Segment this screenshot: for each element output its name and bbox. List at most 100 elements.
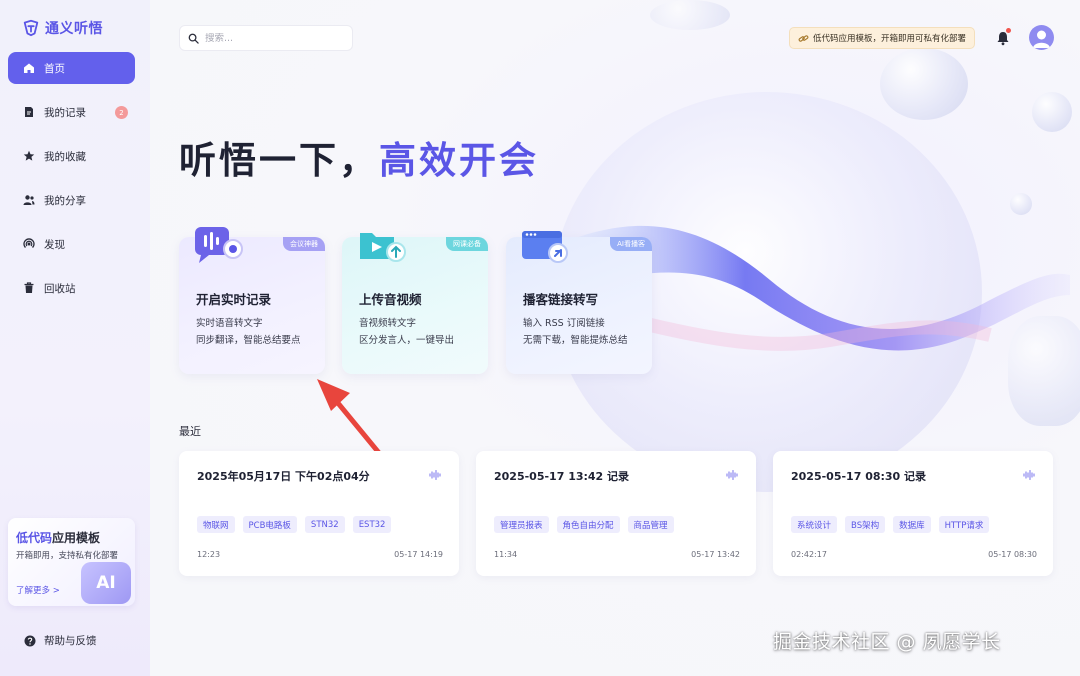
recent-record-card[interactable]: 2025-05-17 13:42 记录 管理员报表 角色自由分配 商品管理 11… [476,451,756,576]
audio-wave-icon [429,470,441,480]
record-tag[interactable]: 角色自由分配 [556,516,620,533]
records-count-badge: 2 [115,106,128,119]
users-icon [23,195,35,205]
sidebar-item-favorites[interactable]: 我的收藏 [8,140,135,172]
template-banner-text: 低代码应用模板，开箱即用可私有化部署 [813,34,967,44]
watermark-text: 掘金技术社区 @ 夙愿学长 [773,631,1001,653]
feature-title: 开启实时记录 [196,292,272,307]
promo-learn-more-link[interactable]: 了解更多 > [16,584,60,596]
record-tag[interactable]: 管理员报表 [494,516,549,533]
decorative-bubble [1010,193,1032,215]
sidebar-item-label: 我的收藏 [44,150,86,163]
feature-card-upload[interactable]: 网课必备 上传音视频 音视频转文字 区分发言人，一键导出 [342,233,488,374]
microphone-record-icon [195,227,243,263]
feature-tag: AI看播客 [610,237,652,251]
avatar-icon [1033,30,1050,48]
sidebar-item-label: 首页 [44,62,65,75]
record-tag[interactable]: 物联网 [197,516,235,533]
feature-tag: 网课必备 [446,237,488,251]
search-box[interactable] [179,25,353,51]
sidebar-item-label: 发现 [44,238,65,251]
sidebar-item-home[interactable]: 首页 [8,52,135,84]
user-avatar[interactable] [1029,25,1054,50]
record-tags: 管理员报表 角色自由分配 商品管理 [494,516,674,533]
record-title: 2025年05月17日 下午02点04分 [197,470,370,483]
recent-section-title: 最近 [179,425,201,438]
feature-desc-line1: 实时语音转文字 [196,318,263,329]
record-tag[interactable]: STN32 [304,516,345,533]
promo-title-rest: 应用模板 [52,531,101,545]
record-title: 2025-05-17 13:42 记录 [494,470,630,483]
record-tag[interactable]: BS架构 [845,516,886,533]
record-timestamp: 05-17 13:42 [691,550,740,559]
home-icon [24,63,34,73]
link-icon [798,34,809,42]
help-label: 帮助与反馈 [44,635,97,647]
promo-title: 低代码应用模板 [16,529,100,546]
decorative-bubble [650,0,730,30]
record-tags: 系统设计 BS架构 数据库 HTTP请求 [791,516,990,533]
audio-wave-icon [1023,470,1035,480]
recent-record-card[interactable]: 2025-05-17 08:30 记录 系统设计 BS架构 数据库 HTTP请求… [773,451,1053,576]
record-title: 2025-05-17 08:30 记录 [791,470,927,483]
sidebar-item-label: 我的记录 [44,106,86,119]
feature-title: 上传音视频 [359,292,422,307]
hero-title-a: 听悟一下， [179,139,379,182]
record-tag[interactable]: 数据库 [893,516,931,533]
audio-wave-icon [726,470,738,480]
feature-tag: 会议神器 [283,237,325,251]
sidebar-item-shares[interactable]: 我的分享 [8,184,135,216]
help-feedback-link[interactable]: 帮助与反馈 [24,633,97,648]
logo-text: 通义听悟 [45,21,103,37]
sidebar-item-discover[interactable]: 发现 [8,228,135,260]
promo-title-accent: 低代码 [16,531,53,545]
feature-desc-line2: 无需下载，智能提炼总结 [523,335,628,346]
record-tag[interactable]: PCB电路板 [242,516,297,533]
decorative-bubble [880,48,968,120]
decorative-bubble [1032,92,1072,132]
trash-icon [24,282,34,293]
sidebar-item-records[interactable]: 我的记录 2 [8,96,135,128]
sidebar-item-label: 我的分享 [44,194,86,207]
feature-desc-line1: 音视频转文字 [359,318,417,329]
sidebar-nav: 首页 我的记录 2 我的收藏 我的分享 发现 回收站 [8,52,135,316]
podcast-link-icon [522,231,568,263]
help-icon [24,635,36,646]
hero-title: 听悟一下，高效开会 [179,130,539,184]
record-tags: 物联网 PCB电路板 STN32 EST32 [197,516,392,533]
hero-title-b: 高效开会 [379,139,539,182]
notification-dot [1006,28,1011,33]
record-timestamp: 05-17 14:19 [394,550,443,559]
record-timestamp: 05-17 08:30 [988,550,1037,559]
record-duration: 12:23 [197,550,221,559]
sidebar-item-label: 回收站 [44,282,76,295]
record-duration: 11:34 [494,550,518,559]
ai-badge-icon: AI [81,562,131,604]
main-area: 低代码应用模板，开箱即用可私有化部署 听悟一下，高效开会 会议神器 开启实时记录… [150,0,1080,676]
sidebar: 通义听悟 首页 我的记录 2 我的收藏 我的分享 发现 回收站 低代码应用模板 … [0,0,150,676]
document-icon [25,107,33,117]
low-code-promo-card[interactable]: 低代码应用模板 开箱即用，支持私有化部署 AI 了解更多 > [8,518,135,606]
low-code-template-banner[interactable]: 低代码应用模板，开箱即用可私有化部署 [789,27,976,49]
record-tag[interactable]: 商品管理 [627,516,674,533]
decorative-bubble [1008,316,1080,426]
star-icon [23,150,35,161]
feature-card-podcast[interactable]: AI看播客 播客链接转写 输入 RSS 订阅链接 无需下载，智能提炼总结 [506,231,652,374]
feature-title: 播客链接转写 [523,292,599,307]
discover-icon [23,238,35,248]
search-icon [188,33,199,44]
feature-desc-line1: 输入 RSS 订阅链接 [523,318,605,329]
app-logo[interactable]: 通义听悟 [22,18,103,38]
upload-video-icon [360,233,406,262]
record-duration: 02:42:17 [791,550,827,559]
feature-card-live-record[interactable]: 会议神器 开启实时记录 实时语音转文字 同步翻译，智能总结要点 [179,227,325,374]
sidebar-item-trash[interactable]: 回收站 [8,272,135,304]
logo-icon [23,19,39,37]
record-tag[interactable]: HTTP请求 [938,516,990,533]
feature-desc-line2: 同步翻译，智能总结要点 [196,335,301,346]
recent-record-card[interactable]: 2025年05月17日 下午02点04分 物联网 PCB电路板 STN32 ES… [179,451,459,576]
feature-desc-line2: 区分发言人，一键导出 [359,335,455,346]
search-input[interactable] [205,32,345,44]
record-tag[interactable]: 系统设计 [791,516,838,533]
record-tag[interactable]: EST32 [352,516,392,533]
